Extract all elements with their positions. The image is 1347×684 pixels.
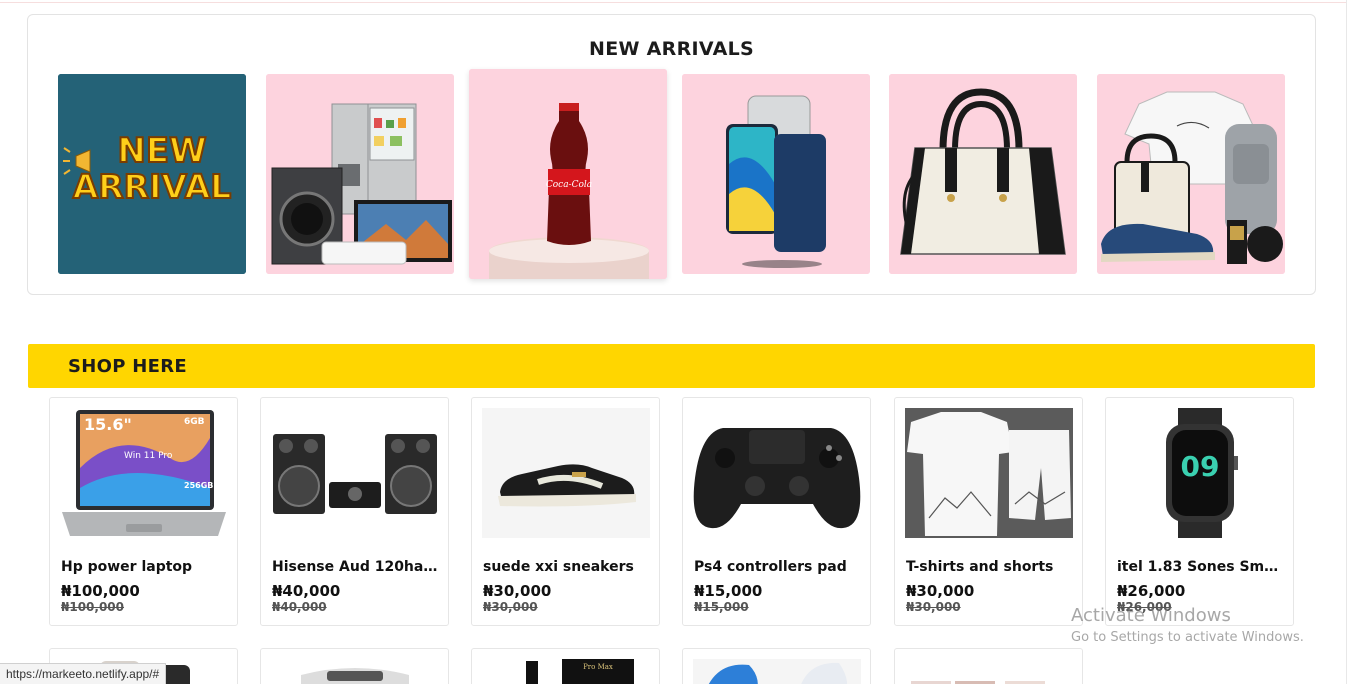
product-price: ₦26,000 (1117, 582, 1186, 600)
sneaker-icon (482, 408, 650, 538)
new-arrivals-section: NEW ARRIVALS NEW ARRIVAL Coca-Cola (27, 14, 1316, 295)
appliances-image (266, 74, 454, 274)
new-arrivals-title: NEW ARRIVALS (589, 38, 754, 60)
product-price: ₦30,000 (906, 582, 975, 600)
product-name[interactable]: Hp power laptop (61, 559, 231, 575)
product-old-price: ₦30,000 (906, 600, 961, 614)
product-card[interactable]: Ps4 controllers pad ₦15,000 ₦15,000 (682, 397, 871, 626)
smartphones-tile[interactable] (682, 74, 870, 274)
handbag-image (889, 74, 1077, 274)
product-name[interactable]: suede xxi sneakers (483, 559, 653, 575)
activate-windows-hint: Go to Settings to activate Windows. (1071, 630, 1304, 645)
shop-here-title: SHOP HERE (68, 356, 188, 377)
product-price: ₦40,000 (272, 582, 341, 600)
perfume-icon: Pro Max (482, 659, 650, 684)
product-card[interactable] (682, 648, 871, 684)
gamepad-icon (693, 408, 861, 538)
product-name[interactable]: T-shirts and shorts (906, 559, 1076, 575)
product-price: ₦15,000 (694, 582, 763, 600)
fashion-bundle-image (1097, 74, 1285, 274)
kitchen-appliance-icon (271, 659, 439, 684)
laptop-os-badge: Win 11 Pro (124, 451, 173, 461)
product-card[interactable] (260, 648, 449, 684)
smartphones-image (682, 74, 870, 274)
speaker-system-icon (271, 408, 439, 538)
coca-cola-tile[interactable]: Coca-Cola (469, 69, 667, 279)
product-price: ₦100,000 (61, 582, 140, 600)
smartwatch-icon: 09 (1116, 408, 1284, 538)
product-card[interactable]: 15.6" 6GB 256GB Win 11 Pro Hp power lapt… (49, 397, 238, 626)
product-card[interactable]: T-shirts and shorts ₦30,000 ₦30,000 (894, 397, 1083, 626)
product-name[interactable]: itel 1.83 Sones Smart... (1117, 559, 1287, 575)
new-arrival-banner-image: NEW ARRIVAL (58, 74, 246, 274)
product-price: ₦30,000 (483, 582, 552, 600)
new-arrival-banner-tile[interactable]: NEW ARRIVAL (58, 74, 246, 274)
product-name[interactable]: Ps4 controllers pad (694, 559, 864, 575)
new-text: NEW (117, 131, 206, 171)
laptop-ram-badge: 6GB (184, 417, 205, 427)
product-old-price: ₦15,000 (694, 600, 749, 614)
product-card[interactable]: Pro Max (471, 648, 660, 684)
coca-cola-label: Coca-Cola (546, 180, 592, 190)
top-border-line (0, 2, 1347, 3)
product-card[interactable]: suede xxi sneakers ₦30,000 ₦30,000 (471, 397, 660, 626)
laptop-icon: 15.6" 6GB 256GB Win 11 Pro (60, 408, 228, 538)
laptop-size-badge: 15.6" (84, 415, 132, 434)
product-old-price: ₦30,000 (483, 600, 538, 614)
svg-text:Pro Max: Pro Max (583, 663, 613, 671)
product-card[interactable]: 09 itel 1.83 Sones Smart... ₦26,000 ₦26,… (1105, 397, 1294, 626)
arrival-text: ARRIVAL (73, 167, 232, 206)
slippers-icon (693, 659, 861, 684)
product-name[interactable]: Hisense Aud 120ha M... (272, 559, 442, 575)
laptop-ssd-badge: 256GB (184, 481, 213, 490)
status-bar-url: https://markeeto.netlify.app/# (0, 663, 167, 684)
product-card[interactable] (894, 648, 1083, 684)
shop-here-banner: SHOP HERE (28, 344, 1315, 388)
coca-cola-image: Coca-Cola (469, 69, 667, 279)
activate-windows-watermark: Activate Windows (1071, 605, 1231, 626)
tshirt-shorts-icon (905, 408, 1073, 538)
fashion-bundle-tile[interactable] (1097, 74, 1285, 274)
product-old-price: ₦100,000 (61, 600, 125, 614)
watch-time: 09 (1181, 450, 1220, 483)
product-card[interactable]: Hisense Aud 120ha M... ₦40,000 ₦40,000 (260, 397, 449, 626)
appliances-tile[interactable] (266, 74, 454, 274)
handbag-tile[interactable] (889, 74, 1077, 274)
beauty-product-icon (905, 659, 1073, 684)
product-old-price: ₦40,000 (272, 600, 327, 614)
